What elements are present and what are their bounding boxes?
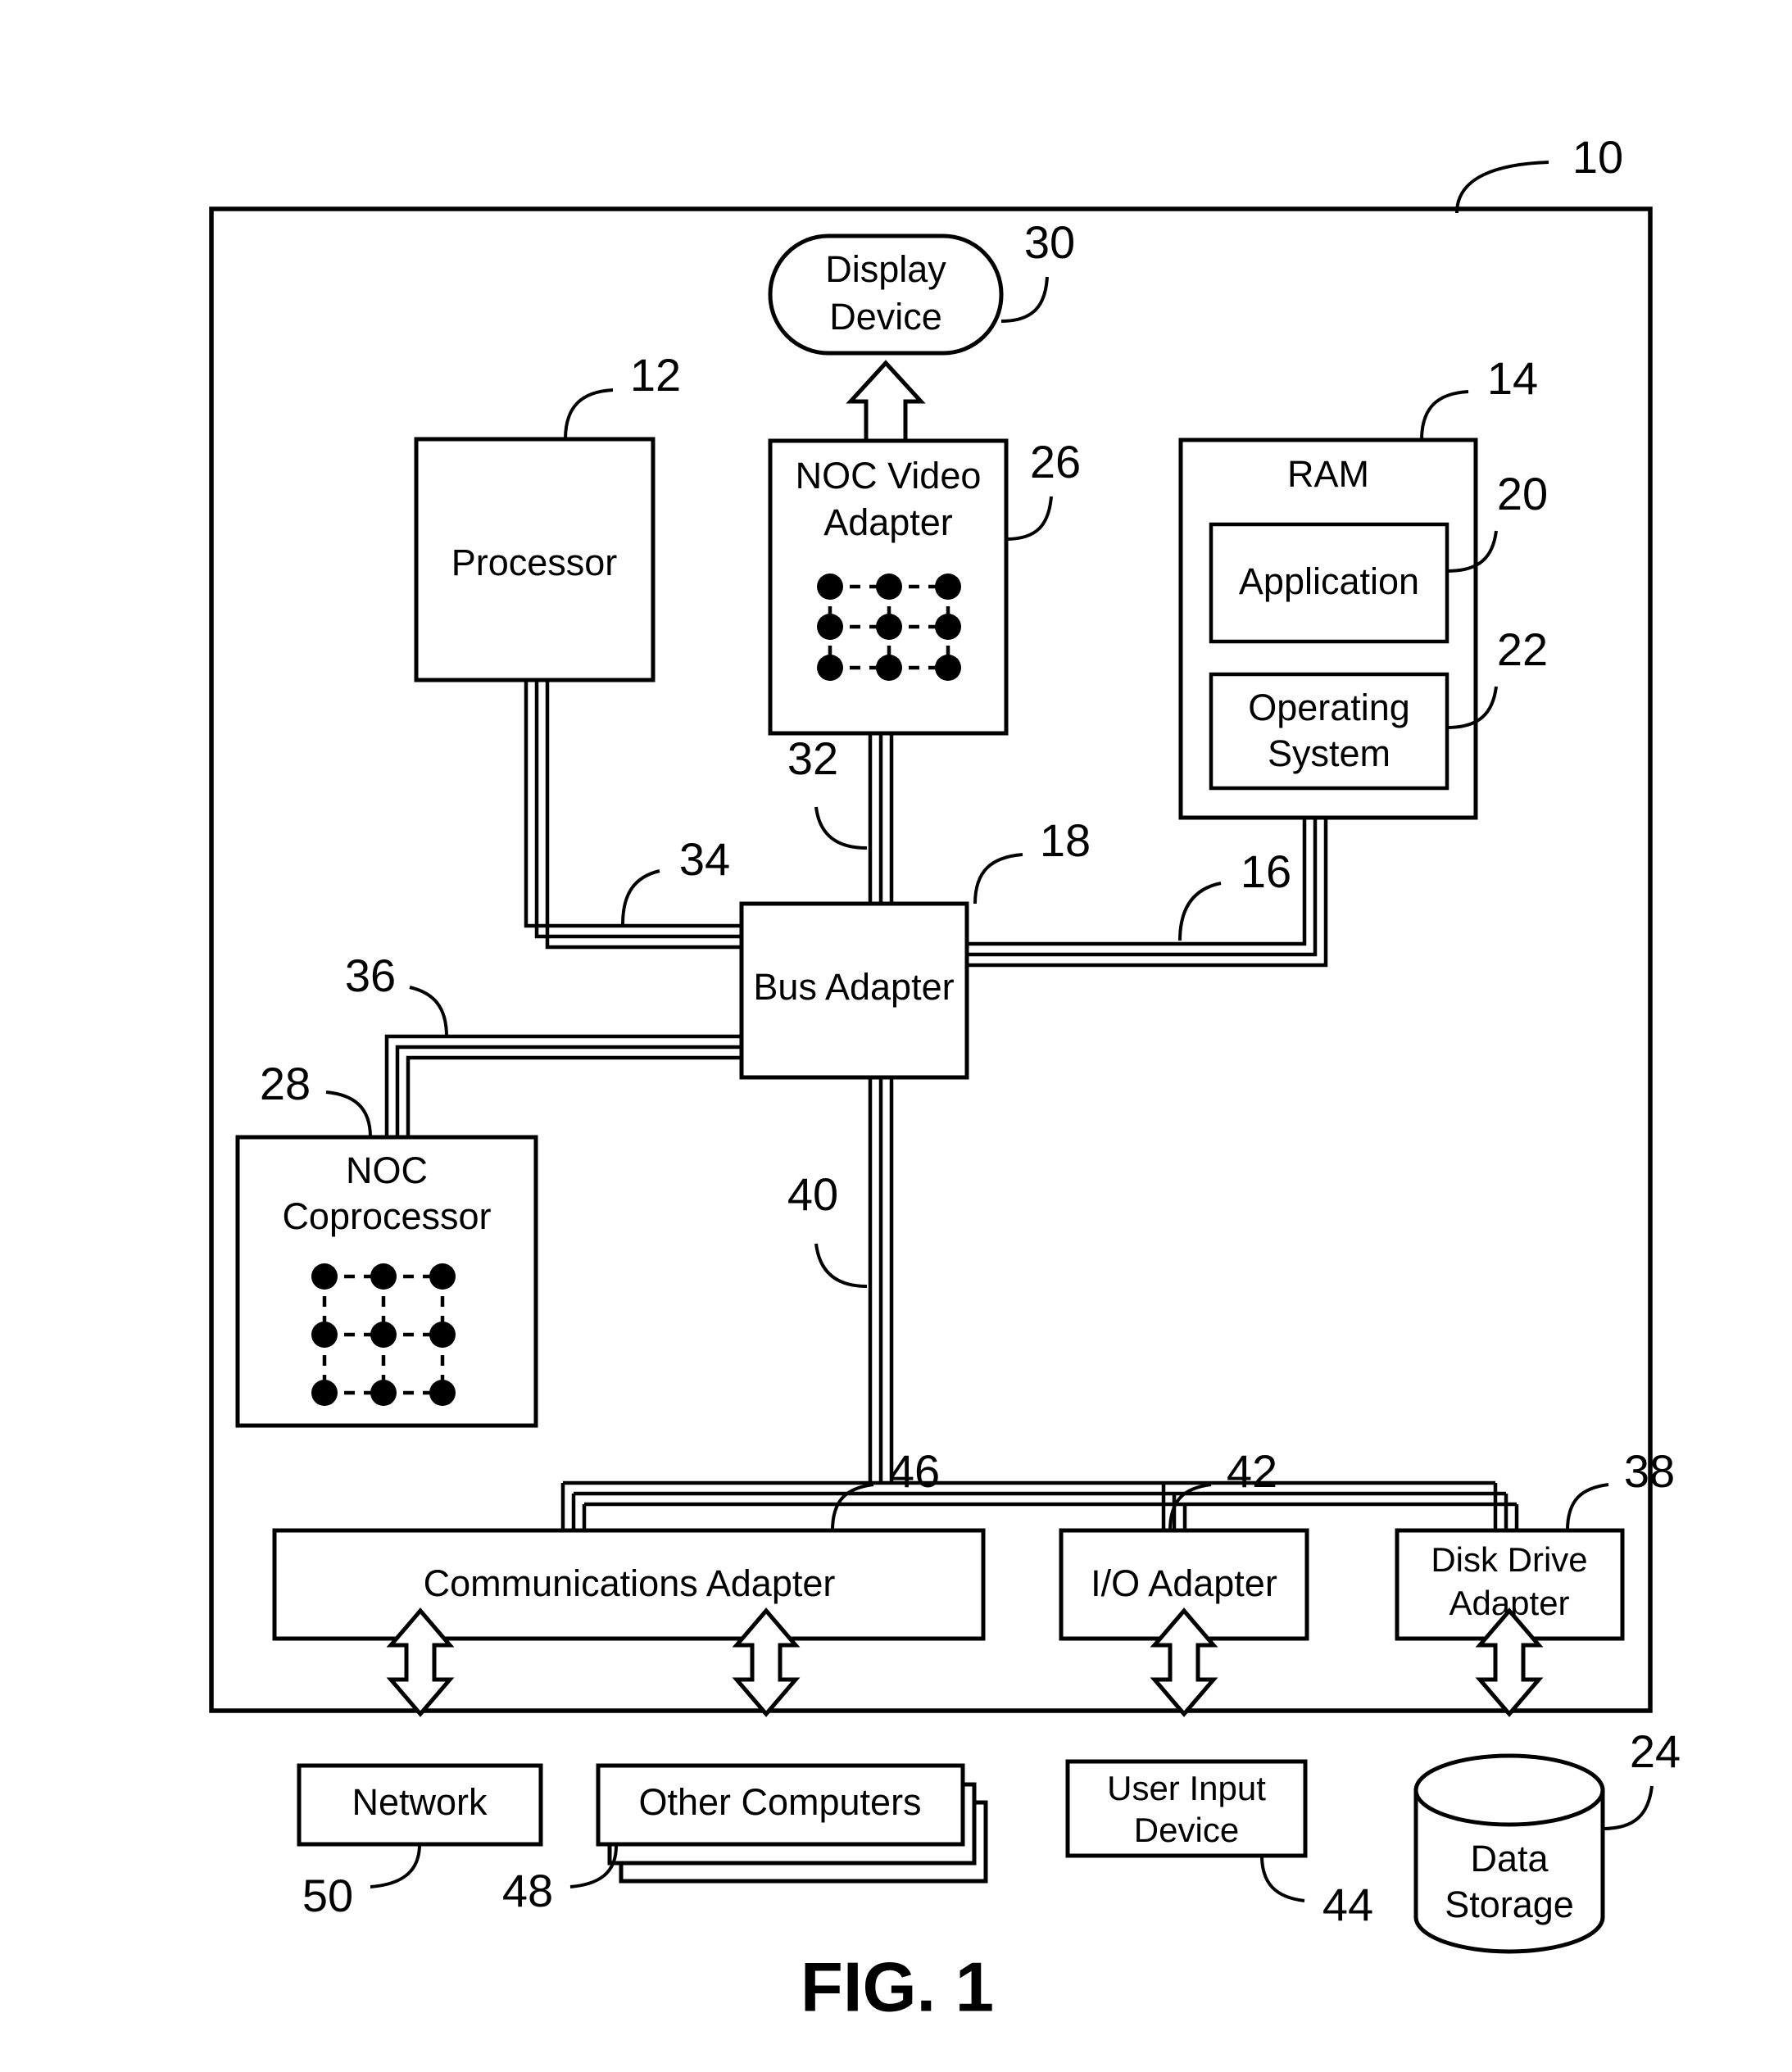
noc-video-mesh-icon <box>817 574 961 681</box>
ram-label: RAM <box>1287 453 1369 495</box>
leader-line-36 <box>409 986 448 1037</box>
io-adapter-label: I/O Adapter <box>1091 1562 1277 1604</box>
processor-label: Processor <box>451 542 618 583</box>
bus-adapter-label: Bus Adapter <box>753 966 954 1008</box>
leader-line-30 <box>1000 276 1049 323</box>
user-input-device-label-line2: Device <box>1134 1811 1239 1849</box>
disk-drive-adapter-label-line1: Disk Drive <box>1431 1540 1587 1579</box>
ref-number-38: 38 <box>1624 1445 1675 1497</box>
ref-number-26: 26 <box>1030 436 1081 487</box>
noc-video-adapter-label-line1: NOC Video <box>796 455 982 496</box>
leader-line-32 <box>814 806 868 850</box>
diagram-canvas: 10 16 34 32 36 40 Display Device 30 Proc… <box>209 131 1681 2026</box>
ref-number-36: 36 <box>345 950 396 1001</box>
leader-line-34 <box>621 869 660 925</box>
network-label: Network <box>352 1781 488 1823</box>
patent-figure: 10 16 34 32 36 40 Display Device 30 Proc… <box>0 0 1792 2072</box>
ref-number-42: 42 <box>1227 1445 1277 1497</box>
bus-36-line-c <box>406 1055 742 1137</box>
leader-line-38 <box>1566 1483 1609 1531</box>
ref-number-16: 16 <box>1241 846 1291 897</box>
leader-line-44 <box>1260 1855 1305 1902</box>
leader-line-10 <box>1455 161 1549 214</box>
noc-video-adapter-label-line2: Adapter <box>823 501 953 543</box>
ref-number-32: 32 <box>787 732 838 784</box>
ref-number-34: 34 <box>679 833 730 885</box>
leader-line-40 <box>814 1243 868 1288</box>
operating-system-label-line2: System <box>1268 732 1391 774</box>
user-input-device-label-line1: User Input <box>1107 1769 1266 1807</box>
ref-number-24: 24 <box>1630 1725 1681 1777</box>
display-device-label-line2: Device <box>829 296 942 338</box>
leader-line-14 <box>1420 390 1469 441</box>
leader-line-26 <box>1005 496 1053 541</box>
leader-line-18 <box>973 853 1023 905</box>
ref-number-50: 50 <box>302 1870 353 1921</box>
bus-34-line-c <box>545 682 742 950</box>
bus-34-line-a <box>524 682 742 928</box>
ref-number-28: 28 <box>260 1058 311 1109</box>
ref-number-18: 18 <box>1040 814 1091 866</box>
bus-36-line-b <box>395 1045 742 1137</box>
figure-caption: FIG. 1 <box>801 1948 994 2026</box>
ref-number-22: 22 <box>1497 623 1548 675</box>
ref-number-10: 10 <box>1572 131 1623 183</box>
ref-number-46: 46 <box>889 1445 940 1497</box>
other-computers-label: Other Computers <box>638 1781 921 1823</box>
leader-line-50 <box>370 1843 421 1888</box>
communications-adapter-label: Communications Adapter <box>424 1562 836 1604</box>
data-storage-label-line1: Data <box>1470 1838 1549 1879</box>
operating-system-label-line1: Operating <box>1248 687 1410 728</box>
ref-number-12: 12 <box>630 349 681 401</box>
noc-coprocessor-label-line1: NOC <box>346 1149 428 1191</box>
bus-34-line-b <box>534 682 742 939</box>
noc-coprocessor-mesh-icon <box>311 1263 456 1406</box>
ref-number-20: 20 <box>1497 468 1548 519</box>
data-storage-label-line2: Storage <box>1445 1884 1574 1925</box>
noc-coprocessor-label-line2: Coprocessor <box>282 1195 491 1237</box>
ref-number-40: 40 <box>787 1168 838 1220</box>
ref-number-14: 14 <box>1487 352 1538 404</box>
leader-line-42 <box>1168 1483 1212 1531</box>
leader-line-16 <box>1178 882 1222 941</box>
leader-line-46 <box>831 1483 874 1531</box>
application-label: Application <box>1239 560 1419 602</box>
ref-number-44: 44 <box>1322 1879 1373 1930</box>
leader-line-24 <box>1602 1785 1654 1830</box>
leader-line-28 <box>325 1090 372 1138</box>
display-device-label-line1: Display <box>825 248 946 290</box>
ref-number-48: 48 <box>502 1865 553 1916</box>
leader-line-12 <box>564 388 614 440</box>
ref-number-30: 30 <box>1024 216 1075 268</box>
bus-36-line-a <box>384 1034 742 1137</box>
